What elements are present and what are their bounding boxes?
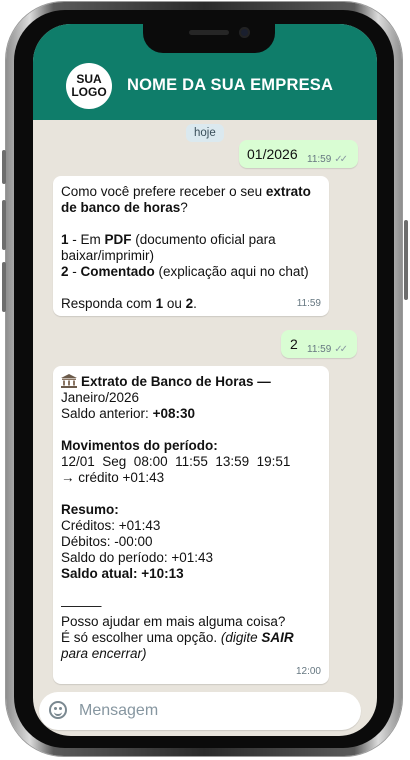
option-1-title: PDF <box>104 232 132 247</box>
volume-up-button <box>2 200 6 250</box>
exit-hint-prefix: (digite <box>220 630 262 645</box>
bank-icon <box>61 374 77 388</box>
statement-title: Extrato de Banco de Horas — <box>81 374 271 389</box>
question-text: Como você prefere receber o seu <box>61 184 266 199</box>
option-1-line1: 1 - Em PDF (documento oficial para <box>61 232 311 248</box>
previous-balance-value: +08:30 <box>152 406 195 421</box>
reply-or: ou <box>163 296 186 311</box>
chat-area[interactable]: hoje 01/2026 11:59 ✓✓ Como você prefere r… <box>33 120 377 688</box>
option-2-desc: (explicação aqui no chat) <box>154 264 309 279</box>
message-time: 11:59 <box>296 298 321 309</box>
option-2-number: 2 <box>61 264 69 279</box>
choose-option-text: É só escolher uma opção. <box>61 630 221 645</box>
statement-month: Janeiro/2026 <box>61 390 140 405</box>
movement-row: 12/01 Seg 08:00 11:55 13:59 19:51 <box>61 454 291 469</box>
exit-hint-line1: É só escolher uma opção. (digite SAIR <box>61 630 294 646</box>
logo-line2: LOGO <box>71 85 107 99</box>
option-2-sep: - <box>68 264 81 279</box>
reply-text: Responda com <box>61 296 156 311</box>
message-body: Como você prefere receber o seu extrato … <box>61 184 311 312</box>
company-logo-avatar[interactable]: SUA LOGO <box>66 63 112 109</box>
message-time: 11:59 <box>307 154 332 165</box>
incoming-message-options[interactable]: Como você prefere receber o seu extrato … <box>53 176 329 316</box>
option-1-prefix: - Em <box>68 232 105 247</box>
speaker-grille <box>189 30 229 35</box>
question-line2: de banco de horas? <box>61 200 311 216</box>
volume-down-button <box>2 262 6 312</box>
current-balance: Saldo atual: +10:13 <box>61 566 184 581</box>
message-time-wrap: 11:59 ✓✓ <box>307 342 348 358</box>
previous-balance: Saldo anterior: +08:30 <box>61 406 294 422</box>
message-body: Extrato de Banco de Horas — Janeiro/2026… <box>61 374 294 662</box>
message-time: 12:00 <box>295 666 321 677</box>
message-input-bar[interactable]: Mensagem <box>39 692 361 730</box>
read-ticks-icon: ✓✓ <box>334 154 348 165</box>
option-1-number: 1 <box>61 232 69 247</box>
side-button <box>2 150 6 184</box>
outgoing-message-1[interactable]: 01/2026 11:59 ✓✓ <box>239 140 358 168</box>
summary-debits: Débitos: -00:00 <box>61 534 153 549</box>
summary-title: Resumo: <box>61 502 294 518</box>
date-chip: hoje <box>186 124 224 142</box>
phone-screen: SUA LOGO NOME DA SUA EMPRESA hoje 01/202… <box>33 24 377 736</box>
statement-title-line: Extrato de Banco de Horas — <box>61 374 294 390</box>
message-input[interactable]: Mensagem <box>79 702 158 720</box>
message-time-wrap: 11:59 ✓✓ <box>307 152 348 168</box>
exit-keyword: SAIR <box>261 630 294 645</box>
reply-instruction: Responda com 1 ou 2. <box>61 296 311 312</box>
separator: ——— <box>61 598 102 613</box>
option-2-title: Comentado <box>80 264 155 279</box>
help-question: Posso ajudar em mais alguma coisa? <box>61 614 286 629</box>
movement-credit: → crédito +01:43 <box>61 470 165 485</box>
reply-option-2: 2 <box>185 296 194 311</box>
message-time: 11:59 <box>307 344 332 355</box>
summary-period-balance: Saldo do período: +01:43 <box>61 550 214 565</box>
exit-hint-suffix: para encerrar) <box>61 646 147 661</box>
outgoing-message-2[interactable]: 2 11:59 ✓✓ <box>281 330 357 358</box>
notch <box>143 24 275 53</box>
previous-balance-label: Saldo anterior: <box>61 406 153 421</box>
option-2-line: 2 - Comentado (explicação aqui no chat) <box>61 264 311 280</box>
question-bold-1: extrato <box>265 184 311 199</box>
power-button <box>404 220 408 300</box>
movements-title: Movimentos do período: <box>61 438 294 454</box>
question-mark: ? <box>180 200 188 215</box>
question-bold-2: de banco de horas <box>61 200 181 215</box>
summary-heading: Resumo: <box>61 502 119 517</box>
reply-period: . <box>193 296 197 311</box>
summary-credits: Créditos: +01:43 <box>61 518 161 533</box>
movements-heading: Movimentos do período: <box>61 438 218 453</box>
company-name[interactable]: NOME DA SUA EMPRESA <box>127 76 333 95</box>
incoming-message-statement[interactable]: Extrato de Banco de Horas — Janeiro/2026… <box>53 366 329 684</box>
reply-option-1: 1 <box>155 296 164 311</box>
camera-icon <box>239 27 250 38</box>
message-text: 01/2026 <box>247 146 298 162</box>
question-line1: Como você prefere receber o seu extrato <box>61 184 311 200</box>
option-1-desc: (documento oficial para <box>131 232 276 247</box>
message-text: 2 <box>290 336 298 352</box>
option-1-line2: baixar/imprimir) <box>61 248 155 263</box>
summary-current-balance: Saldo atual: +10:13 <box>61 566 294 582</box>
exit-hint-line2: para encerrar) <box>61 646 294 662</box>
read-ticks-icon: ✓✓ <box>334 344 348 355</box>
emoji-icon[interactable] <box>49 701 67 719</box>
